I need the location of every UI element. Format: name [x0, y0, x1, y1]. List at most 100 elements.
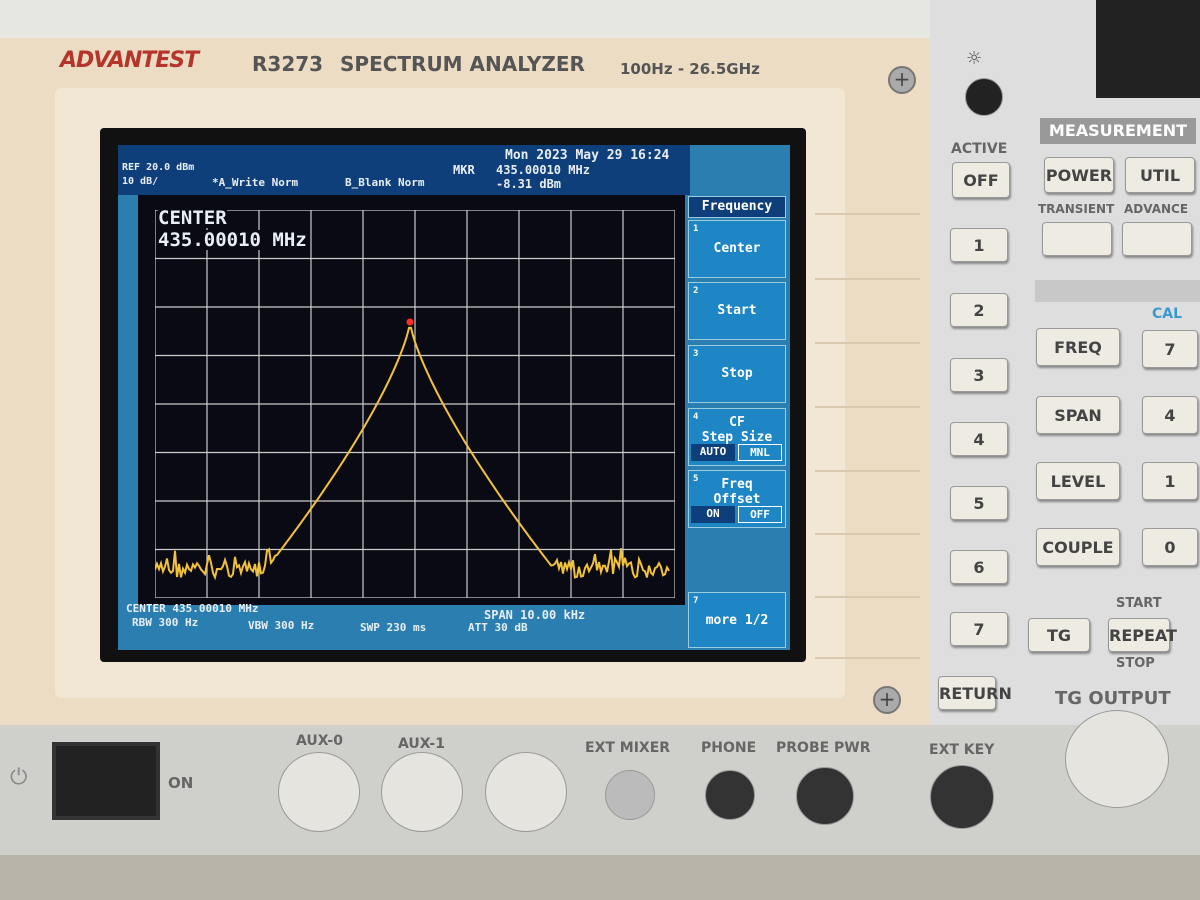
softkey-label: CF Step Size [701, 415, 773, 445]
softkey-number: 1 [693, 224, 699, 234]
cal-label: CAL [1152, 306, 1183, 322]
softkey-option[interactable]: OFF [738, 506, 782, 523]
phone-label: PHONE [701, 740, 757, 756]
screw-icon: + [888, 66, 916, 94]
softkey-label: Freq Offset [713, 477, 761, 507]
softkey-divider [815, 278, 920, 280]
tg-output-label: TG OUTPUT [1055, 688, 1171, 709]
softkey-label: Start [717, 303, 757, 318]
ext-mixer-connector[interactable] [605, 770, 655, 820]
advance-label: ADVANCE [1124, 202, 1189, 216]
softkey-divider [815, 213, 920, 215]
return-key[interactable]: RETURN [938, 676, 1012, 710]
freq-key[interactable]: FREQ [1036, 328, 1120, 366]
marker-point [406, 318, 414, 326]
brand-logo: ADVANTEST [60, 48, 199, 73]
softkey-hw-7[interactable]: 7 [950, 612, 1008, 646]
numeric-key[interactable]: 7 [1142, 330, 1198, 368]
blank-connector[interactable] [485, 752, 567, 832]
softkey-divider [815, 657, 920, 659]
rbw: RBW 300 Hz [132, 616, 199, 629]
aux1-connector[interactable] [381, 752, 463, 832]
probe-pwr-connector[interactable] [796, 767, 854, 825]
numeric-key[interactable]: 0 [1142, 528, 1198, 566]
phone-jack[interactable] [705, 770, 755, 820]
trace-a-mode: *A_Write Norm [212, 176, 299, 189]
softkey-2[interactable]: 2 Start [688, 282, 786, 340]
softkey-hw-2[interactable]: 2 [950, 293, 1008, 327]
instrument-title: SPECTRUM ANALYZER [340, 52, 585, 76]
softkey-number: 3 [693, 349, 699, 359]
sweep-time: SWP 230 ms [360, 621, 427, 634]
table-surface [0, 855, 1200, 900]
softkey-label: more 1/2 [705, 613, 769, 628]
transient-key[interactable] [1042, 222, 1112, 256]
softkey-number: 7 [693, 596, 699, 606]
repeat-key[interactable]: REPEAT [1108, 618, 1177, 652]
softkey-divider [815, 470, 920, 472]
ext-mixer-label: EXT MIXER [585, 740, 671, 756]
vbw: VBW 300 Hz [248, 619, 315, 632]
softkey-option[interactable]: MNL [738, 444, 782, 461]
tg-key[interactable]: TG [1028, 618, 1090, 652]
model-label: R3273 [252, 52, 324, 76]
numeric-key[interactable]: 1 [1142, 462, 1198, 500]
scale: 10 dB/ [122, 176, 159, 187]
brightness-knob[interactable] [965, 78, 1003, 116]
center-big-value: 435.00010 MHz [158, 229, 307, 251]
marker-level: -8.31 dBm [496, 177, 562, 191]
aux0-label: AUX-0 [296, 733, 343, 749]
span: SPAN 10.00 kHz [484, 608, 586, 622]
softkey-hw-5[interactable]: 5 [950, 486, 1008, 520]
active-off-key[interactable]: OFF [952, 162, 1010, 198]
softkey-5[interactable]: 5 Freq Offset ON OFF [688, 470, 786, 528]
power-icon: ⏻ [10, 765, 28, 790]
softkey-divider [815, 342, 920, 344]
stop-label: STOP [1116, 656, 1155, 671]
softkey-1[interactable]: 1 Center [688, 220, 786, 278]
floppy-drive[interactable] [1096, 0, 1200, 98]
softkey-4[interactable]: 4 CF Step Size AUTO MNL [688, 408, 786, 466]
advance-key[interactable] [1122, 222, 1192, 256]
ref-level: REF 20.0 dBm [122, 162, 195, 173]
aux0-connector[interactable] [278, 752, 360, 832]
level-key[interactable]: LEVEL [1036, 462, 1120, 500]
softkey-label: Center [713, 241, 761, 256]
span-key[interactable]: SPAN [1036, 396, 1120, 434]
numeric-key[interactable]: 4 [1142, 396, 1198, 434]
softkey-label: Stop [721, 366, 753, 381]
start-label: START [1116, 596, 1162, 611]
couple-key[interactable]: COUPLE [1036, 528, 1120, 566]
softkey-hw-4[interactable]: 4 [950, 422, 1008, 456]
measurement-label: MEASUREMENT [1040, 118, 1196, 144]
softkey-hw-3[interactable]: 3 [950, 358, 1008, 392]
softkey-number: 2 [693, 286, 699, 296]
brightness-icon: ☼ [966, 48, 983, 69]
softkey-6[interactable]: 7 more 1/2 [688, 592, 786, 648]
softkey-option[interactable]: ON [691, 506, 735, 523]
power-switch[interactable] [52, 742, 160, 820]
util-key[interactable]: UTIL [1125, 157, 1195, 193]
tg-output-connector[interactable] [1065, 710, 1169, 808]
frequency-range: 100Hz - 26.5GHz [620, 60, 760, 78]
active-label: ACTIVE [951, 141, 1008, 157]
softkey-menu-title: Frequency [688, 196, 786, 218]
ext-key-connector[interactable] [930, 765, 994, 829]
marker-label: MKR [453, 163, 475, 177]
transient-label: TRANSIENT [1038, 202, 1115, 216]
center-big-label: CENTER [158, 207, 227, 229]
softkey-hw-1[interactable]: 1 [950, 228, 1008, 262]
softkey-option[interactable]: AUTO [691, 444, 735, 461]
softkey-number: 4 [693, 412, 699, 422]
softkey-divider [815, 406, 920, 408]
marker-frequency: 435.00010 MHz [496, 163, 590, 177]
power-key[interactable]: POWER [1044, 157, 1114, 193]
attenuation: ATT 30 dB [468, 621, 528, 634]
spectrum-plot [155, 210, 675, 598]
panel-strip [1035, 280, 1200, 302]
probe-pwr-label: PROBE PWR [776, 740, 871, 756]
softkey-3[interactable]: 3 Stop [688, 345, 786, 403]
softkey-divider [815, 596, 920, 598]
softkey-hw-6[interactable]: 6 [950, 550, 1008, 584]
softkey-divider [815, 533, 920, 535]
